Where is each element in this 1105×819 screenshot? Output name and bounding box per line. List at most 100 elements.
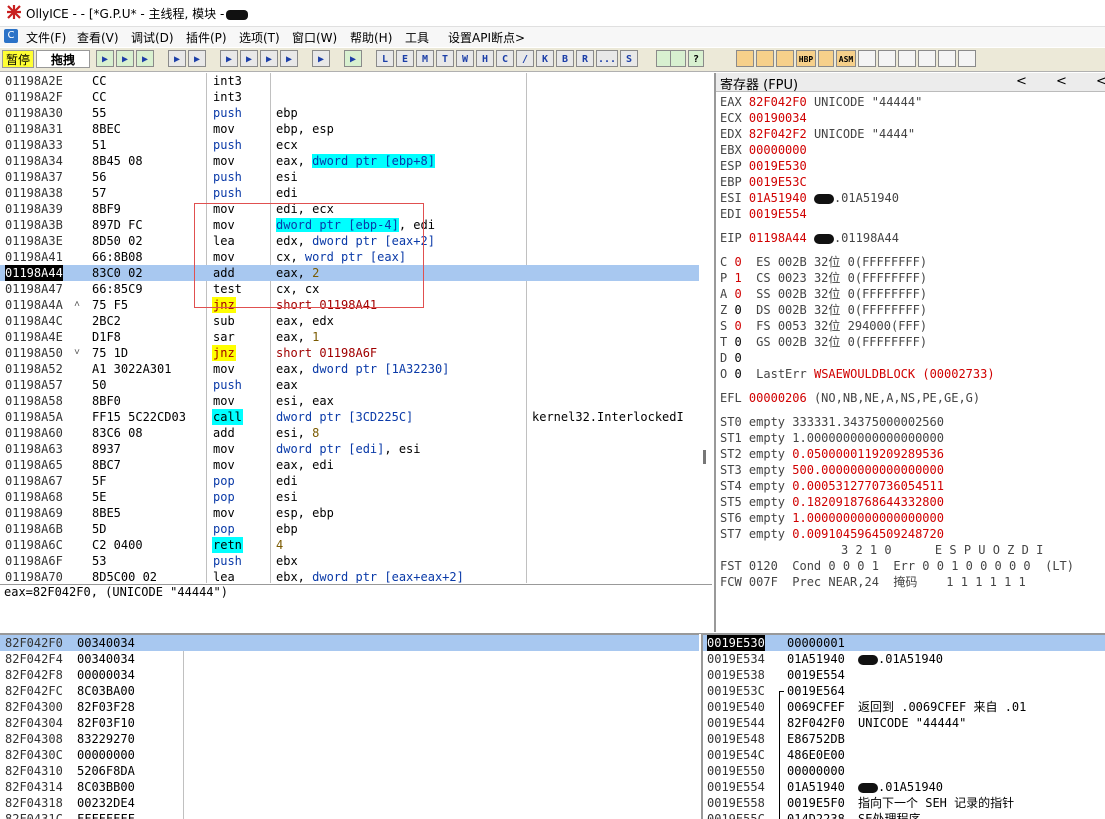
- disasm-row[interactable]: 01198A33 51 push ecx: [0, 137, 699, 153]
- stack-pane[interactable]: 0019E530 00000001 0019E534 01A51940 .01A5194…: [701, 633, 1105, 819]
- menu-item[interactable]: 设置API断点>: [448, 29, 525, 46]
- empty-tool-slot[interactable]: [958, 50, 976, 67]
- toolbar-letter-button[interactable]: /: [516, 50, 534, 67]
- memory-dump-pane[interactable]: 82F042F0 00340034 82F042F4 00340034 82F042F8…: [0, 633, 699, 819]
- disasm-row[interactable]: 01198A34 8B45 08 mov eax, dword ptr [ebp+8]: [0, 153, 699, 169]
- register-row[interactable]: D 0: [720, 350, 756, 366]
- step-over-icon[interactable]: ▶: [240, 50, 258, 67]
- toolbar-letter-button[interactable]: C: [496, 50, 514, 67]
- fpu-row[interactable]: ST5 empty 0.1820918768644332800: [720, 494, 944, 510]
- help-icon[interactable]: ?: [688, 50, 704, 67]
- fpu-row[interactable]: ST4 empty 0.0005312770736054511: [720, 478, 944, 494]
- fpu-row[interactable]: ST6 empty 1.0000000000000000000: [720, 510, 944, 526]
- register-row[interactable]: EIP 01198A44 .01198A44: [720, 230, 899, 246]
- register-row[interactable]: ESP 0019E530: [720, 158, 814, 174]
- dump-row[interactable]: 82F042F4 00340034: [0, 651, 699, 667]
- dump-row[interactable]: 82F042FC 8C03BA00: [0, 683, 699, 699]
- stack-row[interactable]: 0019E530 00000001: [703, 635, 1105, 651]
- toolbar-letter-button[interactable]: S: [620, 50, 638, 67]
- disasm-row[interactable]: 01198A60 83C6 08 add esi, 8: [0, 425, 699, 441]
- menu-item[interactable]: 选项(T): [239, 29, 280, 46]
- registers-pane[interactable]: 寄存器 (FPU) < < < EAX 82F042F0 UNICODE "4444…: [714, 73, 1105, 632]
- scrollbar-thumb[interactable]: [703, 450, 706, 464]
- disasm-row[interactable]: 01198A6F 53 push ebx: [0, 553, 699, 569]
- trace-over-icon[interactable]: ▶: [280, 50, 298, 67]
- toolbar-letter-button[interactable]: E: [396, 50, 414, 67]
- menu-item[interactable]: 查看(V): [77, 29, 119, 46]
- restart-icon[interactable]: ▶: [116, 50, 134, 67]
- fpu-row[interactable]: ST7 empty 0.0091045964509248720: [720, 526, 944, 542]
- efl-row[interactable]: EFL 00000206 (NO,NB,NE,A,NS,PE,GE,G): [720, 390, 980, 406]
- list-icon[interactable]: [670, 50, 686, 67]
- toolbar-letter-button[interactable]: T: [436, 50, 454, 67]
- dump-row[interactable]: 82F0430C 00000000: [0, 747, 699, 763]
- register-row[interactable]: EDX 82F042F2 UNICODE "4444": [720, 126, 915, 142]
- pause-icon[interactable]: ▶: [188, 50, 206, 67]
- hardware-breakpoint-button[interactable]: HBP: [796, 50, 816, 67]
- empty-tool-slot[interactable]: [858, 50, 876, 67]
- step-into-icon[interactable]: ▶: [220, 50, 238, 67]
- toolbar-letter-button[interactable]: L: [376, 50, 394, 67]
- dump-row[interactable]: 82F042F8 00000034: [0, 667, 699, 683]
- menu-item[interactable]: 插件(P): [186, 29, 227, 46]
- menu-item[interactable]: 工具: [405, 29, 429, 46]
- fpu-row[interactable]: ST0 empty 333331.34375000002560: [720, 414, 944, 430]
- run-icon[interactable]: ▶: [168, 50, 186, 67]
- toolbar-letter-button[interactable]: H: [476, 50, 494, 67]
- dump-row[interactable]: 82F04314 8C03BB00: [0, 779, 699, 795]
- settings-icon[interactable]: [818, 50, 834, 67]
- trace-into-icon[interactable]: ▶: [260, 50, 278, 67]
- dump-row[interactable]: 82F04308 83229270: [0, 731, 699, 747]
- disasm-row[interactable]: 01198A50 ˅ 75 1D jnz short 01198A6F: [0, 345, 699, 361]
- disasm-row[interactable]: 01198A6C C2 0400 retn 4: [0, 537, 699, 553]
- dump-row[interactable]: 82F042F0 00340034: [0, 635, 699, 651]
- toolbar-letter-button[interactable]: B: [556, 50, 574, 67]
- app-menu-icon[interactable]: C: [4, 29, 18, 43]
- disasm-row[interactable]: 01198A65 8BC7 mov eax, edi: [0, 457, 699, 473]
- tool-icon[interactable]: [756, 50, 774, 67]
- menu-item[interactable]: 调试(D): [131, 29, 174, 46]
- disasm-row[interactable]: 01198A37 56 push esi: [0, 169, 699, 185]
- empty-tool-slot[interactable]: [938, 50, 956, 67]
- register-row[interactable]: Z 0 DS 002B 32位 0(FFFFFFFF): [720, 302, 927, 318]
- stack-row[interactable]: 0019E540 0069CFEF 返回到 .0069CFEF 来自 .01: [703, 699, 1105, 715]
- execute-till-return-icon[interactable]: ▶: [312, 50, 330, 67]
- menu-item[interactable]: 窗口(W): [292, 29, 337, 46]
- disasm-row[interactable]: 01198A68 5E pop esi: [0, 489, 699, 505]
- disasm-row[interactable]: 01198A38 57 push edi: [0, 185, 699, 201]
- toolbar-letter-button[interactable]: M: [416, 50, 434, 67]
- close-icon[interactable]: ▶: [136, 50, 154, 67]
- stack-row[interactable]: 0019E548 E86752DB: [703, 731, 1105, 747]
- register-row[interactable]: EBX 00000000: [720, 142, 814, 158]
- empty-tool-slot[interactable]: [878, 50, 896, 67]
- register-row[interactable]: S 0 FS 0053 32位 294000(FFF): [720, 318, 927, 334]
- go-to-icon[interactable]: ▶: [344, 50, 362, 67]
- disasm-row[interactable]: 01198A4C 2BC2 sub eax, edx: [0, 313, 699, 329]
- dump-row[interactable]: 82F04318 00232DE4: [0, 795, 699, 811]
- register-row[interactable]: P 1 CS 0023 32位 0(FFFFFFFF): [720, 270, 927, 286]
- fpu-row[interactable]: ST1 empty 1.0000000000000000000: [720, 430, 944, 446]
- tool-icon[interactable]: [776, 50, 794, 67]
- disasm-row[interactable]: 01198A5A FF15 5C22CD03 call dword ptr [3CD2…: [0, 409, 699, 425]
- fpu-row[interactable]: ST3 empty 500.00000000000000000: [720, 462, 944, 478]
- disassembly-pane[interactable]: 01198A2E CC int3 01198A2F CC int3 01198A30 55 pu…: [0, 73, 699, 583]
- empty-tool-slot[interactable]: [898, 50, 916, 67]
- disasm-row[interactable]: 01198A57 50 push eax: [0, 377, 699, 393]
- toolbar-letter-button[interactable]: ...: [596, 50, 618, 67]
- register-row[interactable]: EBP 0019E53C: [720, 174, 814, 190]
- disasm-row[interactable]: 01198A2E CC int3: [0, 73, 699, 89]
- collapse-arrow-icon[interactable]: <: [1096, 74, 1105, 89]
- toolbar-letter-button[interactable]: W: [456, 50, 474, 67]
- toolbar-letter-button[interactable]: K: [536, 50, 554, 67]
- stack-row[interactable]: 0019E544 82F042F0 UNICODE "44444": [703, 715, 1105, 731]
- dump-row[interactable]: 82F04310 5206F8DA: [0, 763, 699, 779]
- open-icon[interactable]: ▶: [96, 50, 114, 67]
- register-row[interactable]: EDI 0019E554: [720, 206, 814, 222]
- register-row[interactable]: O 0 LastErr WSAEWOULDBLOCK (00002733): [720, 366, 995, 382]
- registers-header[interactable]: 寄存器 (FPU) < < <: [716, 73, 1105, 93]
- stack-row[interactable]: 0019E538 0019E554: [703, 667, 1105, 683]
- disasm-row[interactable]: 01198A30 55 push ebp: [0, 105, 699, 121]
- disasm-row[interactable]: 01198A63 8937 mov dword ptr [edi], esi: [0, 441, 699, 457]
- register-row[interactable]: ESI 01A51940 .01A51940: [720, 190, 899, 206]
- assemble-button[interactable]: ASM: [836, 50, 856, 67]
